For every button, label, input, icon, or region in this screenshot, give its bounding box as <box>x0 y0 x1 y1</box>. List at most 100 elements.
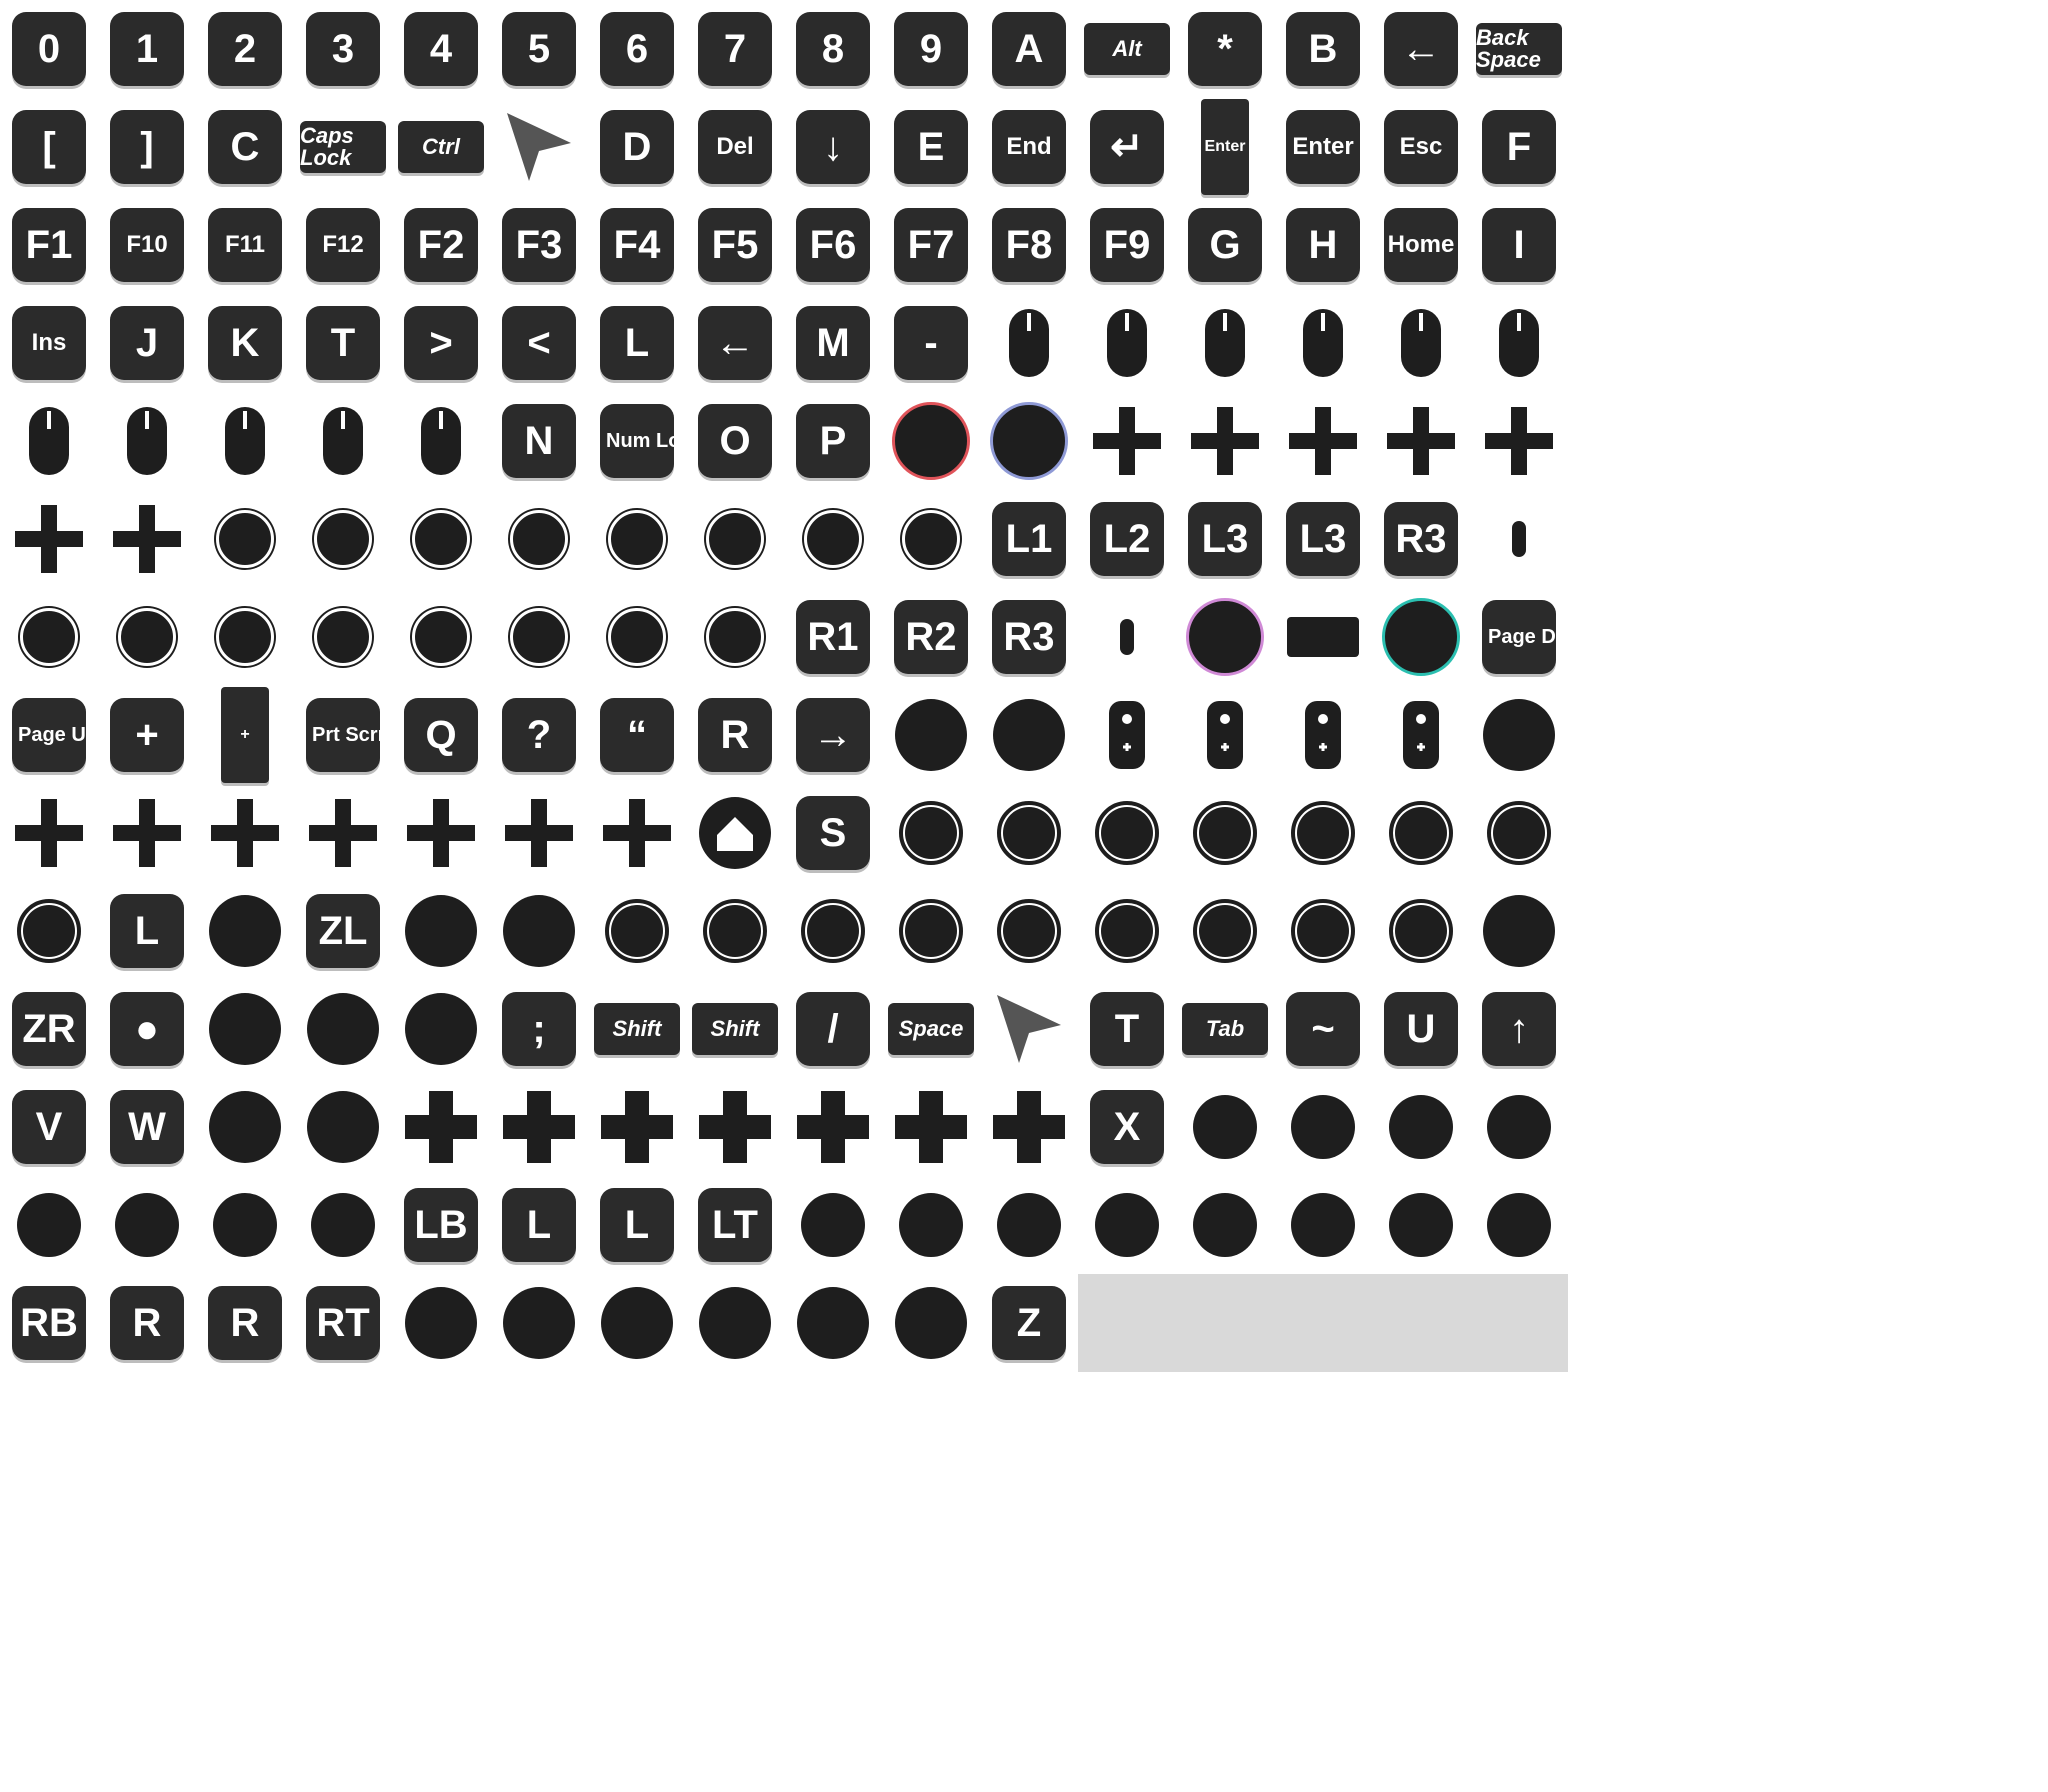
glyph-10-15: ↑ <box>1482 992 1556 1066</box>
stick-click-R3 <box>20 608 78 666</box>
glyph-1-0: [ <box>12 110 86 184</box>
glyph-13-3: RT <box>306 1286 380 1360</box>
glyph-3-3: T <box>306 306 380 380</box>
stick-R <box>997 1193 1061 1257</box>
glyph-2-12: G <box>1188 208 1262 282</box>
round-button-icon <box>405 1287 477 1359</box>
dpad-icon <box>211 799 279 867</box>
stick-ring-L <box>997 801 1061 865</box>
glyph-3-4: > <box>404 306 478 380</box>
stick-click-R3 <box>216 608 274 666</box>
stick-L <box>17 1193 81 1257</box>
stick-label <box>1297 807 1349 859</box>
stick-ring-L <box>899 801 963 865</box>
stick-label <box>23 905 75 957</box>
glyph-1-11: ↵ <box>1090 110 1164 184</box>
glyph-2-1: F10 <box>110 208 184 282</box>
glyph-1-12: Enter <box>1201 99 1249 195</box>
glyph-2-2: F11 <box>208 208 282 282</box>
glyph-1-10: End <box>992 110 1066 184</box>
glyph-3-8: M <box>796 306 870 380</box>
stick-click-R3 <box>706 608 764 666</box>
glyph-3-6: L <box>600 306 674 380</box>
glyph-2-7: F5 <box>698 208 772 282</box>
stick-ring-R <box>997 899 1061 963</box>
round-button-icon <box>209 895 281 967</box>
glyph-0-3: 3 <box>306 12 380 86</box>
glyph-5-14: R3 <box>1384 502 1458 576</box>
glyph-7-4: Q <box>404 698 478 772</box>
stick-R <box>801 1193 865 1257</box>
glyph-0-2: 2 <box>208 12 282 86</box>
glyph-1-13: Enter <box>1286 110 1360 184</box>
ps-button-icon <box>1186 598 1264 676</box>
glyph-10-12: Tab <box>1182 1003 1268 1055</box>
glyph-2-14: Home <box>1384 208 1458 282</box>
round-button-icon <box>209 993 281 1065</box>
stick-ring-R <box>1193 899 1257 963</box>
glyph-2-4: F2 <box>404 208 478 282</box>
glyph-0-11: Alt <box>1084 23 1170 75</box>
stick-icon <box>1120 619 1134 655</box>
glyph-4-7: O <box>698 404 772 478</box>
stick-click-R3 <box>412 608 470 666</box>
stick-ring-R <box>801 899 865 963</box>
glyph-0-12: * <box>1188 12 1262 86</box>
glyph-7-5: ? <box>502 698 576 772</box>
glyph-10-7: Shift <box>692 1003 778 1055</box>
glyph-11-11: X <box>1090 1090 1164 1164</box>
glyph-13-10: Z <box>992 1286 1066 1360</box>
xbox-button-Y <box>797 1287 869 1359</box>
stick-R <box>1291 1193 1355 1257</box>
glyph-2-5: F3 <box>502 208 576 282</box>
glyph-13-0: RB <box>12 1286 86 1360</box>
cross-dpad-icon <box>405 1091 477 1163</box>
glyph-3-0: Ins <box>12 306 86 380</box>
stick-click-L3 <box>510 510 568 568</box>
empty-area <box>1078 1274 1568 1372</box>
stick-click-L3 <box>804 510 862 568</box>
glyph-10-1: ● <box>110 992 184 1066</box>
dpad-icon <box>113 505 181 573</box>
glyph-6-9: R2 <box>894 600 968 674</box>
glyph-7-3: Prt Scrn <box>306 698 390 772</box>
glyph-5-11: L2 <box>1090 502 1164 576</box>
mouse-icon <box>1205 309 1245 377</box>
glyph-7-6: “ <box>600 698 674 772</box>
dpad-icon <box>505 799 573 867</box>
mouse-icon <box>225 407 265 475</box>
dpad-icon <box>113 799 181 867</box>
dpad-icon <box>15 799 83 867</box>
glyph-7-8: → <box>796 698 870 772</box>
stick-icon <box>1512 521 1526 557</box>
stick-ring-L <box>17 899 81 963</box>
stick-label <box>807 905 859 957</box>
round-button-icon <box>1483 895 1555 967</box>
dpad-icon <box>1191 407 1259 475</box>
stick-ring-R <box>899 899 963 963</box>
stick-label <box>1101 807 1153 859</box>
cross-dpad-icon <box>993 1091 1065 1163</box>
dpad-icon <box>1485 407 1553 475</box>
glyph-6-15: Page Down <box>1482 600 1596 674</box>
ps-button-icon <box>892 402 970 480</box>
glyph-12-5: L <box>502 1188 576 1262</box>
glyph-3-5: < <box>502 306 576 380</box>
stick-label <box>1395 807 1447 859</box>
stick-label <box>1199 807 1251 859</box>
glyph-1-1: ] <box>110 110 184 184</box>
stick-R <box>1389 1193 1453 1257</box>
home-icon <box>699 797 771 869</box>
round-button-icon <box>405 895 477 967</box>
xbox-button-X <box>699 1287 771 1359</box>
mouse-icon <box>29 407 69 475</box>
glyph-5-13: L3 <box>1286 502 1360 576</box>
cursor-icon <box>997 995 1061 1063</box>
glyph-13-2: R <box>208 1286 282 1360</box>
glyph-6-10: R3 <box>992 600 1066 674</box>
glyph-2-10: F8 <box>992 208 1066 282</box>
xbox-button-A <box>209 1091 281 1163</box>
glyph-10-9: Space <box>888 1003 974 1055</box>
stick-click-L3 <box>706 510 764 568</box>
touchpad-icon <box>1287 617 1359 657</box>
